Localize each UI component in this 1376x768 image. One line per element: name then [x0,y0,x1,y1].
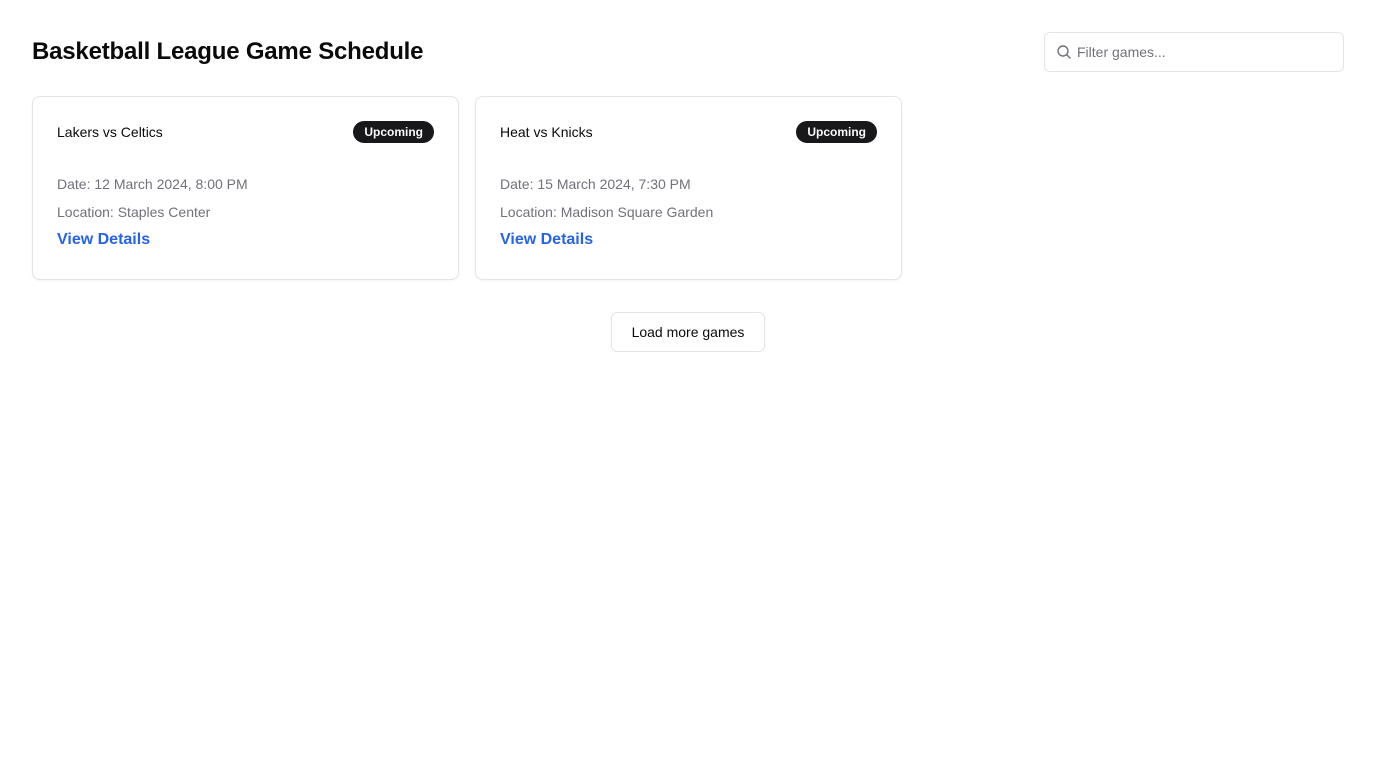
game-date: Date: 15 March 2024, 7:30 PM [500,176,691,192]
status-badge: Upcoming [353,121,434,143]
game-card: Heat vs Knicks Upcoming Date: 15 March 2… [475,96,902,280]
load-more-button[interactable]: Load more games [611,312,765,352]
view-details-link[interactable]: View Details [57,231,150,249]
card-header: Heat vs Knicks Upcoming [500,121,877,143]
page-title: Basketball League Game Schedule [32,38,424,65]
game-list: Lakers vs Celtics Upcoming Date: 12 Marc… [32,96,902,280]
game-location: Location: Staples Center [57,204,211,220]
card-body: Date: 12 March 2024, 8:00 PM Location: S… [57,174,434,249]
game-location: Location: Madison Square Garden [500,204,714,220]
view-details-link[interactable]: View Details [500,231,593,249]
card-body: Date: 15 March 2024, 7:30 PM Location: M… [500,174,877,249]
game-date: Date: 12 March 2024, 8:00 PM [57,176,248,192]
search-input[interactable] [1045,33,1343,71]
game-card: Lakers vs Celtics Upcoming Date: 12 Marc… [32,96,459,280]
header: Basketball League Game Schedule [32,32,1344,72]
card-header: Lakers vs Celtics Upcoming [57,121,434,143]
game-title: Lakers vs Celtics [57,124,163,140]
game-title: Heat vs Knicks [500,124,593,140]
status-badge: Upcoming [796,121,877,143]
search-icon [1057,45,1071,59]
search-box[interactable] [1044,32,1344,72]
page: Basketball League Game Schedule Lakers v… [0,0,1376,768]
